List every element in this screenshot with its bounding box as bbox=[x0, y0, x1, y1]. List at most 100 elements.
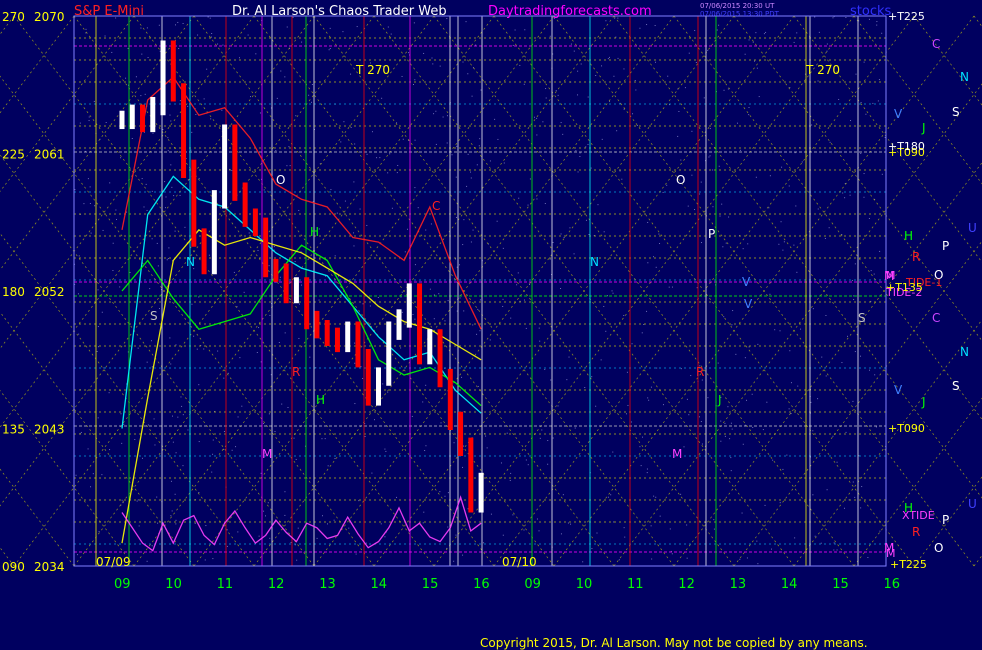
dot bbox=[851, 280, 853, 282]
dot bbox=[281, 403, 283, 405]
dot bbox=[525, 327, 527, 329]
dot bbox=[640, 465, 642, 467]
dot bbox=[471, 95, 473, 97]
dot bbox=[718, 24, 720, 26]
dot bbox=[187, 429, 189, 431]
dot bbox=[748, 106, 750, 108]
dot bbox=[109, 182, 111, 184]
dot bbox=[377, 297, 379, 299]
dot bbox=[171, 510, 173, 512]
dot bbox=[489, 160, 491, 162]
dot bbox=[462, 244, 464, 246]
dot bbox=[404, 251, 406, 253]
dot bbox=[478, 145, 480, 147]
dot bbox=[153, 418, 155, 420]
dot bbox=[175, 519, 177, 521]
chart: 2070 270 2061 225 2052 180 2043 135 2034 090 09 10 1… bbox=[0, 0, 982, 650]
dot bbox=[141, 457, 143, 459]
dot bbox=[108, 392, 110, 394]
x-tick: 14 bbox=[371, 577, 388, 592]
right-label: +T225 bbox=[888, 10, 925, 23]
chart-letter: M bbox=[672, 447, 682, 461]
dot bbox=[611, 290, 613, 292]
dot bbox=[210, 118, 212, 120]
dot bbox=[612, 292, 614, 294]
dot bbox=[567, 522, 569, 524]
dot bbox=[605, 20, 607, 22]
dot bbox=[284, 76, 286, 78]
dot bbox=[783, 241, 785, 243]
dot bbox=[294, 544, 296, 546]
dot bbox=[779, 330, 781, 332]
dot bbox=[650, 525, 652, 527]
dot bbox=[141, 53, 143, 55]
dot bbox=[717, 362, 719, 364]
dot bbox=[555, 90, 557, 92]
dot bbox=[167, 150, 169, 152]
dot bbox=[350, 126, 352, 128]
dot bbox=[207, 16, 209, 18]
dot bbox=[595, 405, 597, 407]
dot bbox=[818, 31, 820, 33]
dot bbox=[227, 372, 229, 374]
dot bbox=[832, 17, 834, 19]
dot bbox=[190, 149, 192, 151]
dot bbox=[544, 203, 546, 205]
dot bbox=[659, 243, 661, 245]
dot bbox=[203, 348, 205, 350]
y-tick-price: 2070 bbox=[34, 10, 65, 24]
dot bbox=[525, 459, 527, 461]
dot bbox=[470, 171, 472, 173]
dot bbox=[793, 41, 795, 43]
dot bbox=[97, 417, 99, 419]
dot bbox=[187, 105, 189, 107]
dot bbox=[233, 271, 235, 273]
dot bbox=[459, 297, 461, 299]
dot bbox=[763, 33, 765, 35]
chart-letter: V bbox=[742, 275, 751, 289]
dot bbox=[712, 169, 714, 171]
dot bbox=[695, 61, 697, 63]
dot bbox=[316, 537, 318, 539]
dot bbox=[102, 229, 104, 231]
dot bbox=[174, 230, 176, 232]
dot bbox=[517, 272, 519, 274]
dot bbox=[371, 131, 373, 133]
dot bbox=[651, 558, 653, 560]
dot bbox=[607, 295, 609, 297]
dot bbox=[141, 178, 143, 180]
planet-label: H bbox=[904, 229, 913, 243]
dot bbox=[239, 357, 241, 359]
dot bbox=[171, 415, 173, 417]
dot bbox=[344, 200, 346, 202]
dot bbox=[179, 100, 181, 102]
dot bbox=[447, 492, 449, 494]
dot bbox=[414, 139, 416, 141]
planet-label: S bbox=[952, 379, 960, 393]
dot bbox=[680, 368, 682, 370]
dot bbox=[463, 445, 465, 447]
dot bbox=[573, 253, 575, 255]
x-tick: 13 bbox=[319, 577, 336, 592]
dot bbox=[77, 293, 79, 295]
dot bbox=[387, 391, 389, 393]
dot bbox=[736, 122, 738, 124]
dot bbox=[105, 122, 107, 124]
dot bbox=[781, 166, 783, 168]
dot bbox=[731, 324, 733, 326]
dot bbox=[595, 75, 597, 77]
dot bbox=[485, 435, 487, 437]
dot bbox=[223, 430, 225, 432]
dot bbox=[353, 245, 355, 247]
dot bbox=[712, 206, 714, 208]
dot bbox=[557, 405, 559, 407]
dot bbox=[193, 335, 195, 337]
site-link[interactable]: Daytradingforecasts.com bbox=[488, 4, 652, 19]
dot bbox=[158, 308, 160, 310]
dot bbox=[762, 429, 764, 431]
dot bbox=[860, 102, 862, 104]
dot bbox=[226, 529, 228, 531]
dot bbox=[287, 406, 289, 408]
dot bbox=[268, 413, 270, 415]
dot bbox=[241, 405, 243, 407]
